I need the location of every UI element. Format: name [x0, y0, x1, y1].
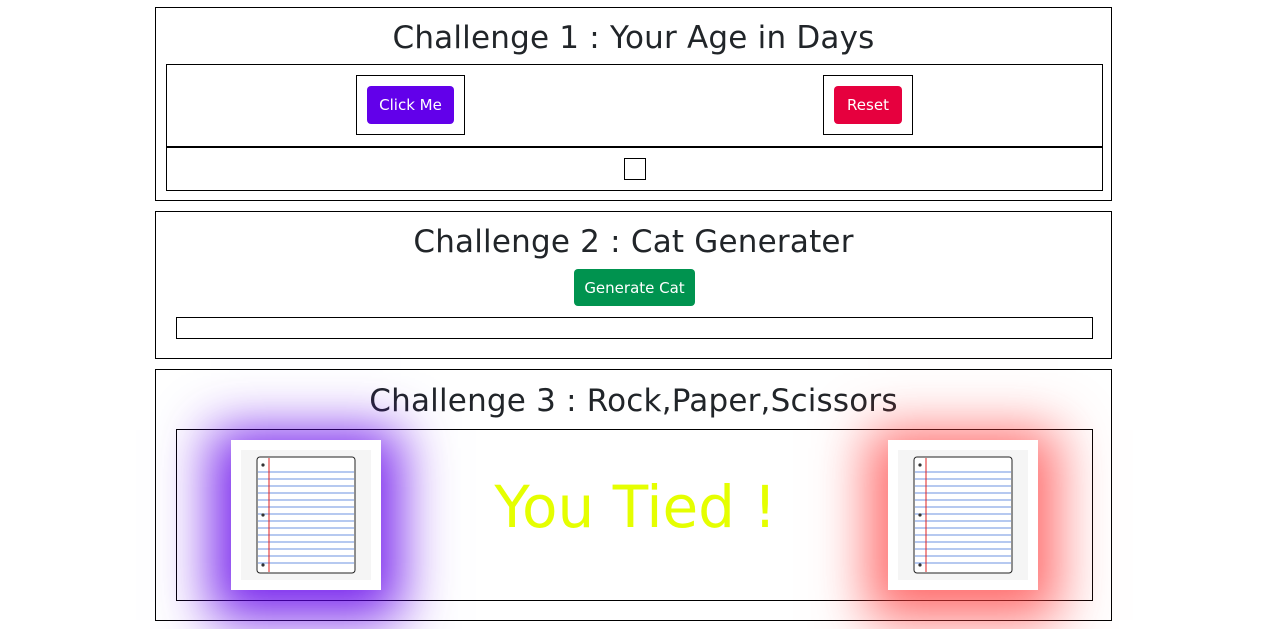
challenge-1-title: Challenge 1 : Your Age in Days: [392, 20, 875, 56]
challenge-3-container: Challenge 3 : Rock,Paper,Scissors You Ti…: [155, 369, 1112, 621]
bot-choice-image: [898, 450, 1028, 580]
challenge-2-container: Challenge 2 : Cat Generater Generate Cat: [155, 211, 1112, 359]
age-result-row: [166, 146, 1103, 191]
challenge-2-title: Challenge 2 : Cat Generater: [413, 224, 854, 260]
age-result-box: [624, 158, 646, 180]
challenge-1-container: Challenge 1 : Your Age in Days Click Me …: [155, 7, 1112, 201]
bot-choice-card: [888, 440, 1038, 590]
rps-board: You Tied !: [176, 429, 1093, 601]
click-me-button[interactable]: Click Me: [367, 86, 454, 124]
reset-button[interactable]: Reset: [834, 86, 902, 124]
challenge-3-title: Challenge 3 : Rock,Paper,Scissors: [369, 383, 898, 419]
reset-button-wrapper: Reset: [823, 75, 913, 135]
paper-icon: [913, 456, 1013, 574]
click-button-wrapper: Click Me: [356, 75, 465, 135]
rps-result-message: You Tied !: [494, 473, 777, 541]
human-choice-card: [231, 440, 381, 590]
paper-icon: [256, 456, 356, 574]
age-buttons-row: Click Me Reset: [166, 64, 1103, 147]
cat-flex-box: [176, 317, 1093, 339]
human-choice-image: [241, 450, 371, 580]
generate-cat-button[interactable]: Generate Cat: [574, 269, 695, 306]
